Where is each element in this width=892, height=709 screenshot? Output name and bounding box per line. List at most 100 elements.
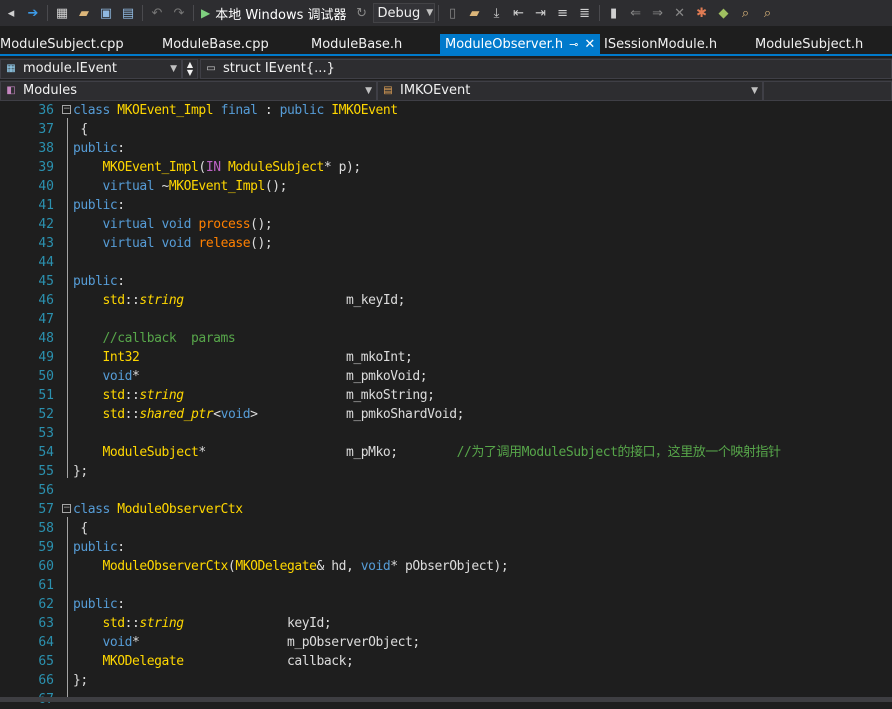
project-scope-dropdown[interactable]: ▦ module.IEvent ▼ bbox=[0, 58, 182, 79]
save-icon[interactable]: ▣ bbox=[95, 2, 117, 24]
code-line: 36 − class MKOEvent_Impl final : public … bbox=[0, 101, 892, 120]
collapse-icon[interactable]: − bbox=[62, 504, 71, 513]
find-in-files-icon[interactable]: ⌕ bbox=[757, 2, 779, 24]
code-line: 41 public: bbox=[0, 196, 892, 215]
tab-modulebase-h[interactable]: ModuleBase.h bbox=[311, 34, 440, 54]
code-text: public: bbox=[73, 198, 125, 213]
tab-label: ISessionModule.h bbox=[604, 36, 718, 52]
line-number: 60 bbox=[38, 559, 54, 574]
code-text: void* m_pmkoVoid; bbox=[102, 369, 428, 384]
pin-icon[interactable]: ⊸ bbox=[569, 38, 578, 51]
solution-configuration-dropdown[interactable]: Debug ▼ bbox=[372, 3, 435, 23]
tab-modulebase-cpp[interactable]: ModuleBase.cpp bbox=[162, 34, 311, 54]
line-number: 61 bbox=[38, 578, 54, 593]
team-icon[interactable]: ◆ bbox=[713, 2, 735, 24]
code-text: virtual ~MKOEvent_Impl(); bbox=[102, 179, 288, 194]
line-number: 43 bbox=[38, 236, 54, 251]
code-text: public: bbox=[73, 141, 125, 156]
prev-bookmark-icon[interactable]: ⇐ bbox=[625, 2, 647, 24]
browse-icon[interactable]: ▰ bbox=[464, 2, 486, 24]
refresh-icon[interactable]: ↻ bbox=[351, 2, 373, 24]
line-number: 39 bbox=[38, 160, 54, 175]
code-text: std::shared_ptr<void> m_pmkoShardVoid; bbox=[102, 407, 465, 422]
tab-label: ModuleObserver.h bbox=[445, 36, 564, 52]
bookmark-icon[interactable]: ▮ bbox=[603, 2, 625, 24]
horizontal-scrollbar[interactable] bbox=[0, 697, 892, 702]
line-number: 59 bbox=[38, 540, 54, 555]
struct-icon: ▭ bbox=[206, 63, 216, 74]
tab-modulesubject-h[interactable]: ModuleSubject.h bbox=[755, 34, 892, 54]
down-arrow-icon: ▼ bbox=[186, 67, 194, 77]
tab-moduleobserver-h[interactable]: ModuleObserver.h ⊸ ✕ bbox=[440, 34, 600, 54]
line-number: 48 bbox=[38, 331, 54, 346]
start-debugging-button[interactable]: ▶ 本地 Windows 调试器 bbox=[197, 4, 351, 23]
member-scope-dropdown[interactable]: ▭ struct IEvent{...} bbox=[200, 58, 892, 79]
line-number: 45 bbox=[38, 274, 54, 289]
code-line: 66 }; bbox=[0, 671, 892, 690]
configuration-value: Debug bbox=[377, 5, 421, 21]
open-folder-icon[interactable]: ▰ bbox=[73, 2, 95, 24]
code-line: 59 public: bbox=[0, 538, 892, 557]
chevron-down-icon: ▼ bbox=[426, 8, 434, 18]
code-text: { bbox=[73, 122, 88, 137]
code-line: 50 void* m_pmkoVoid; bbox=[0, 367, 892, 386]
indent-icon[interactable]: ⇥ bbox=[530, 2, 552, 24]
code-text: MKODelegate callback; bbox=[102, 654, 354, 669]
back-icon[interactable]: ◂ bbox=[0, 2, 22, 24]
tab-modulesubject-cpp[interactable]: ModuleSubject.cpp bbox=[0, 34, 162, 54]
attach-icon[interactable]: ⤓ bbox=[486, 2, 508, 24]
code-text: void* m_pObserverObject; bbox=[102, 635, 421, 650]
forward-icon[interactable]: ➔ bbox=[22, 2, 44, 24]
code-text: virtual void release(); bbox=[102, 236, 273, 251]
project-scope-value: module.IEvent bbox=[23, 61, 117, 76]
scroll-arrows[interactable]: ▲ ▼ bbox=[182, 58, 198, 79]
line-number: 55 bbox=[38, 464, 54, 479]
code-text: MKOEvent_Impl(IN ModuleSubject* p); bbox=[102, 160, 362, 175]
search-icon[interactable]: ⌕ bbox=[735, 2, 757, 24]
line-number: 41 bbox=[38, 198, 54, 213]
navigation-bar: ▦ module.IEvent ▼ ▲ ▼ ▭ struct IEvent{..… bbox=[0, 58, 892, 79]
toolbar-separator bbox=[598, 5, 600, 21]
clear-bookmarks-icon[interactable]: ✕ bbox=[669, 2, 691, 24]
line-number: 38 bbox=[38, 141, 54, 156]
code-line: 61 bbox=[0, 576, 892, 595]
tab-isessionmodule-h[interactable]: ISessionModule.h bbox=[600, 34, 755, 54]
device-icon[interactable]: ▯ bbox=[442, 2, 464, 24]
line-number: 51 bbox=[38, 388, 54, 403]
outdent-icon[interactable]: ⇤ bbox=[508, 2, 530, 24]
redo-icon[interactable]: ↷ bbox=[168, 2, 190, 24]
code-line: 62 public: bbox=[0, 595, 892, 614]
code-text: class MKOEvent_Impl final : public IMKOE… bbox=[73, 103, 398, 118]
project-icon: ▦ bbox=[6, 63, 16, 74]
tab-label: ModuleSubject.cpp bbox=[0, 36, 124, 52]
line-number: 64 bbox=[38, 635, 54, 650]
uncomment-icon[interactable]: ≣ bbox=[574, 2, 596, 24]
line-number: 40 bbox=[38, 179, 54, 194]
code-line: 60 ModuleObserverCtx(MKODelegate& hd, vo… bbox=[0, 557, 892, 576]
start-debugging-label: 本地 Windows 调试器 bbox=[215, 7, 347, 23]
close-icon[interactable]: ✕ bbox=[584, 37, 595, 52]
undo-icon[interactable]: ↶ bbox=[146, 2, 168, 24]
navigation-bar-secondary: ◧ Modules ▼ ▤ IMKOEvent ▼ bbox=[0, 80, 892, 101]
line-number: 66 bbox=[38, 673, 54, 688]
line-number: 36 bbox=[38, 103, 54, 118]
extension-icon[interactable]: ✱ bbox=[691, 2, 713, 24]
filter-dropdown[interactable]: ◧ Modules ▼ bbox=[0, 80, 377, 101]
save-all-icon[interactable]: ▤ bbox=[117, 2, 139, 24]
comment-icon[interactable]: ≡ bbox=[552, 2, 574, 24]
line-number: 56 bbox=[38, 483, 54, 498]
filter-icon: ◧ bbox=[6, 85, 16, 96]
extra-dropdown[interactable] bbox=[763, 80, 892, 101]
code-text: public: bbox=[73, 597, 125, 612]
code-line: 48 //callback params bbox=[0, 329, 892, 348]
symbol-dropdown[interactable]: ▤ IMKOEvent ▼ bbox=[377, 80, 763, 101]
code-editor[interactable]: 36 − class MKOEvent_Impl final : public … bbox=[0, 101, 892, 707]
toolbar-separator bbox=[47, 5, 48, 21]
next-bookmark-icon[interactable]: ⇒ bbox=[647, 2, 669, 24]
toolbar-separator bbox=[193, 5, 194, 21]
line-number: 65 bbox=[38, 654, 54, 669]
line-number: 63 bbox=[38, 616, 54, 631]
code-text: { bbox=[73, 521, 88, 536]
new-project-icon[interactable]: ▦ bbox=[51, 2, 73, 24]
collapse-icon[interactable]: − bbox=[62, 105, 71, 114]
